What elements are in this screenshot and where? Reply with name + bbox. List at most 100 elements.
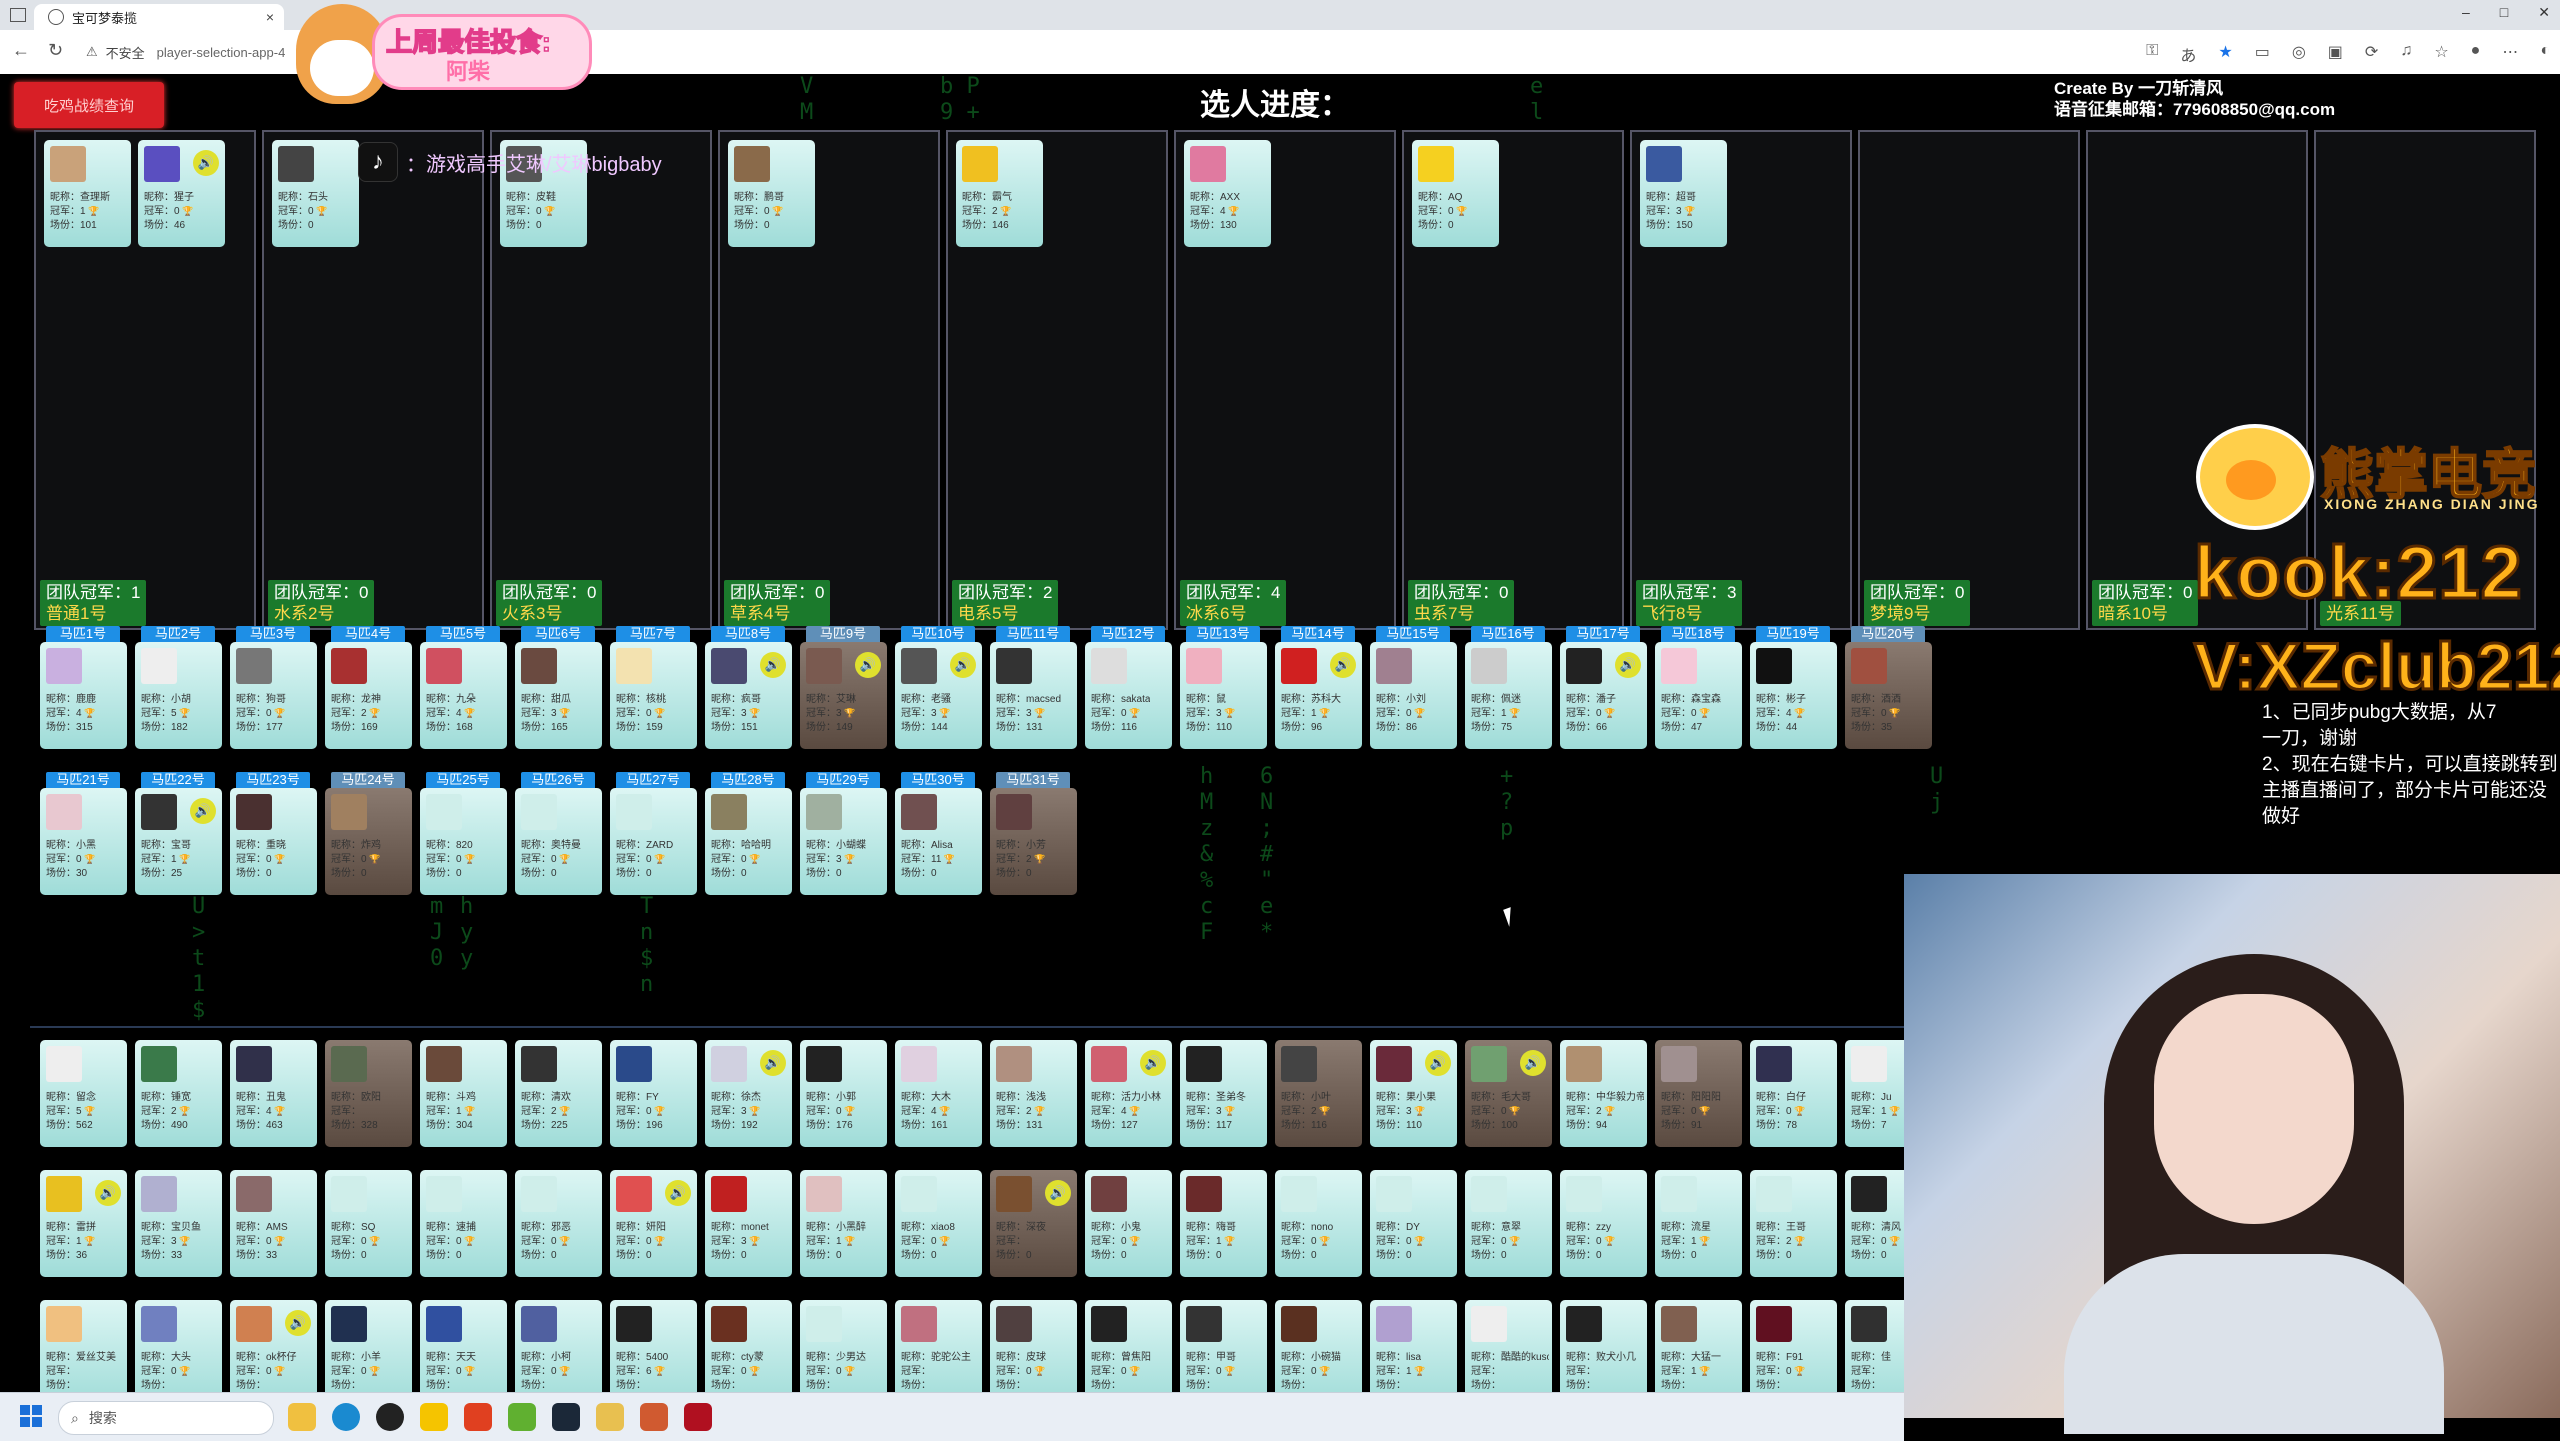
player-card[interactable]: 昵称：小胡 冠军：5 🏆 场份：182: [135, 642, 222, 749]
player-card[interactable]: 昵称：小郭 冠军：0 🏆 场份：176: [800, 1040, 887, 1147]
player-card[interactable]: 昵称：霸气 冠军：2 🏆 场份：146: [956, 140, 1043, 247]
player-card[interactable]: 昵称：狗哥 冠军：0 🏆 场份：177: [230, 642, 317, 749]
player-card[interactable]: 昵称：酷酷的kusoo冠军： 场份：: [1465, 1300, 1552, 1392]
tab-icon[interactable]: ▭: [2255, 42, 2270, 66]
minimize-button[interactable]: –: [2462, 4, 2470, 21]
player-card[interactable]: 昵称：天天 冠军：0 🏆 场份：: [420, 1300, 507, 1392]
player-card[interactable]: 昵称：F91 冠军：0 🏆 场份：: [1750, 1300, 1837, 1392]
player-card[interactable]: 昵称：嗨哥 冠军：1 🏆 场份：0: [1180, 1170, 1267, 1277]
player-card[interactable]: 昵称：Alisa 冠军：11 🏆 场份：0: [895, 788, 982, 895]
team-panel[interactable]: 昵称：超哥 冠军：3 🏆 场份：150 团队冠军：3 飞行8号: [1630, 130, 1852, 630]
speaker-icon[interactable]: 🔊: [1615, 652, 1641, 678]
speaker-icon[interactable]: 🔊: [1330, 652, 1356, 678]
team-panel[interactable]: 昵称：AQ 冠军：0 🏆 场份：0 团队冠军：0 虫系7号: [1402, 130, 1624, 630]
player-card[interactable]: 昵称：白仔 冠军：0 🏆 场份：78: [1750, 1040, 1837, 1147]
player-card[interactable]: 昵称：宝贝鱼 冠军：3 🏆 场份：33: [135, 1170, 222, 1277]
player-card[interactable]: 🔊 昵称：艾琳 冠军：3 🏆 场份：149: [800, 642, 887, 749]
player-card[interactable]: 昵称：败犬小几 冠军： 场份：: [1560, 1300, 1647, 1392]
key-icon[interactable]: ⚿: [2146, 42, 2158, 66]
team-panel[interactable]: 昵称：皮鞋 冠军：0 🏆 场份：0 团队冠军：0 火系3号: [490, 130, 712, 630]
back-arrow-icon[interactable]: ←: [12, 40, 30, 61]
player-card[interactable]: 昵称：鹏哥 冠军：0 🏆 场份：0: [728, 140, 815, 247]
player-card[interactable]: 昵称：大头 冠军：0 🏆 场份：: [135, 1300, 222, 1392]
player-card[interactable]: 🔊 昵称：老骚 冠军：3 🏆 场份：144: [895, 642, 982, 749]
player-card[interactable]: 昵称：阳阳阳 冠军：0 🏆 场份：91: [1655, 1040, 1742, 1147]
player-card[interactable]: 昵称：锤宽 冠军：2 🏆 场份：490: [135, 1040, 222, 1147]
windows-start-icon[interactable]: [20, 1405, 42, 1427]
app-icon[interactable]: [376, 1403, 404, 1431]
player-card[interactable]: 昵称：小黑醉 冠军：1 🏆 场份：0: [800, 1170, 887, 1277]
tab-close-button[interactable]: ×: [266, 9, 274, 25]
player-card[interactable]: 🔊 昵称：妍阳 冠军：0 🏆 场份：0: [610, 1170, 697, 1277]
player-card[interactable]: 昵称：鼠 冠军：3 🏆 场份：110: [1180, 642, 1267, 749]
player-card[interactable]: 昵称：龙神 冠军：2 🏆 场份：169: [325, 642, 412, 749]
player-card[interactable]: 昵称：FY 冠军：0 🏆 场份：196: [610, 1040, 697, 1147]
player-card[interactable]: 昵称：小柯 冠军：0 🏆 场份：: [515, 1300, 602, 1392]
app-icon[interactable]: [420, 1403, 448, 1431]
player-card[interactable]: 昵称：曾焦阳 冠军：0 🏆 场份：: [1085, 1300, 1172, 1392]
speaker-icon[interactable]: 🔊: [1140, 1050, 1166, 1076]
player-card[interactable]: 昵称：速捕 冠军：0 🏆 场份：0: [420, 1170, 507, 1277]
player-card[interactable]: 昵称：小刘 冠军：0 🏆 场份：86: [1370, 642, 1457, 749]
player-card[interactable]: 昵称：少男达 冠军：0 🏆 场份：: [800, 1300, 887, 1392]
more-icon[interactable]: ⋯: [2502, 42, 2518, 66]
player-card[interactable]: 昵称：皮球 冠军：0 🏆 场份：: [990, 1300, 1077, 1392]
profile-icon[interactable]: ●: [2471, 42, 2481, 66]
player-card[interactable]: 昵称：lisa 冠军：1 🏆 场份：: [1370, 1300, 1457, 1392]
player-card[interactable]: 昵称：酒酒 冠军：0 🏆 场份：35: [1845, 642, 1932, 749]
player-card[interactable]: 🔊 昵称：猩子 冠军：0 🏆 场份：46: [138, 140, 225, 247]
player-card[interactable]: 🔊 昵称：潘子 冠军：0 🏆 场份：66: [1560, 642, 1647, 749]
player-card[interactable]: 昵称：佩迷 冠军：1 🏆 场份：75: [1465, 642, 1552, 749]
app-icon[interactable]: [508, 1403, 536, 1431]
player-card[interactable]: 昵称：monet 冠军：3 🏆 场份：0: [705, 1170, 792, 1277]
player-card[interactable]: 昵称：大猛一 冠军：1 🏆 场份：: [1655, 1300, 1742, 1392]
player-card[interactable]: 昵称：DY 冠军：0 🏆 场份：0: [1370, 1170, 1457, 1277]
player-card[interactable]: 🔊 昵称：毛大哥 冠军：0 🏆 场份：100: [1465, 1040, 1552, 1147]
player-card[interactable]: 昵称：核桃 冠军：0 🏆 场份：159: [610, 642, 697, 749]
player-card[interactable]: 昵称：小黑 冠军：0 🏆 场份：30: [40, 788, 127, 895]
player-card[interactable]: 🔊 昵称：疯哥 冠军：3 🏆 场份：151: [705, 642, 792, 749]
player-card[interactable]: 昵称：重晓 冠军：0 🏆 场份：0: [230, 788, 317, 895]
player-card[interactable]: 昵称：圣弟冬 冠军：3 🏆 场份：117: [1180, 1040, 1267, 1147]
sidebar-toggle-icon[interactable]: [10, 8, 26, 22]
speaker-icon[interactable]: 🔊: [950, 652, 976, 678]
speaker-icon[interactable]: 🔊: [1520, 1050, 1546, 1076]
app-icon[interactable]: [640, 1403, 668, 1431]
player-card[interactable]: 昵称：九朵 冠军：4 🏆 场份：168: [420, 642, 507, 749]
app-icon[interactable]: [596, 1403, 624, 1431]
player-card[interactable]: 昵称：xiao8 冠军：0 🏆 场份：0: [895, 1170, 982, 1277]
player-card[interactable]: 昵称：820 冠军：0 🏆 场份：0: [420, 788, 507, 895]
window-icon[interactable]: ▣: [2328, 42, 2343, 66]
translate-icon[interactable]: あ: [2180, 42, 2196, 66]
player-card[interactable]: 昵称：小鬼 冠军：0 🏆 场份：0: [1085, 1170, 1172, 1277]
player-card[interactable]: 🔊 昵称：果小果 冠军：3 🏆 场份：110: [1370, 1040, 1457, 1147]
taskbar-search[interactable]: ⌕ 搜索: [58, 1401, 274, 1435]
speaker-icon[interactable]: 🔊: [760, 1050, 786, 1076]
player-card[interactable]: 昵称：邪恶 冠军：0 🏆 场份：0: [515, 1170, 602, 1277]
bell-icon[interactable]: ♫: [2400, 42, 2412, 66]
player-card[interactable]: 昵称：sakata 冠军：0 🏆 场份：116: [1085, 642, 1172, 749]
player-card[interactable]: 昵称：浅浅 冠军：2 🏆 场份：131: [990, 1040, 1077, 1147]
player-card[interactable]: 昵称：彬子 冠军：4 🏆 场份：44: [1750, 642, 1837, 749]
player-card[interactable]: 昵称：查理斯 冠军：1 🏆 场份：101: [44, 140, 131, 247]
player-card[interactable]: 昵称：中华毅力帝 冠军：2 🏆 场份：94: [1560, 1040, 1647, 1147]
player-card[interactable]: 昵称：超哥 冠军：3 🏆 场份：150: [1640, 140, 1727, 247]
speaker-icon[interactable]: 🔊: [193, 150, 219, 176]
player-card[interactable]: 昵称：意翠 冠军：0 🏆 场份：0: [1465, 1170, 1552, 1277]
extension-icon[interactable]: ◎: [2292, 42, 2306, 66]
speaker-icon[interactable]: 🔊: [760, 652, 786, 678]
player-card[interactable]: 昵称：AMS 冠军：0 🏆 场份：33: [230, 1170, 317, 1277]
url-field[interactable]: ⚠ 不安全 player-selection-app-4: [86, 38, 285, 66]
edge-icon[interactable]: [332, 1403, 360, 1431]
player-card[interactable]: 🔊 昵称：活力小林 冠军：4 🏆 场份：127: [1085, 1040, 1172, 1147]
maximize-button[interactable]: □: [2500, 4, 2508, 21]
player-card[interactable]: 🔊 昵称：ok杯仔 冠军：0 🏆 场份：: [230, 1300, 317, 1392]
player-card[interactable]: 🔊 昵称：宝哥 冠军：1 🏆 场份：25: [135, 788, 222, 895]
player-card[interactable]: 昵称：zzy 冠军：0 🏆 场份：0: [1560, 1170, 1647, 1277]
copilot-icon[interactable]: ◐: [2540, 42, 2550, 66]
team-panel[interactable]: 昵称：鹏哥 冠军：0 🏆 场份：0 团队冠军：0 草系4号: [718, 130, 940, 630]
player-card[interactable]: 昵称：macsed 冠军：3 🏆 场份：131: [990, 642, 1077, 749]
player-card[interactable]: 昵称：欧阳 冠军： 场份：328: [325, 1040, 412, 1147]
player-card[interactable]: 昵称：小碗猫 冠军：0 🏆 场份：: [1275, 1300, 1362, 1392]
close-window-button[interactable]: ✕: [2538, 4, 2550, 21]
